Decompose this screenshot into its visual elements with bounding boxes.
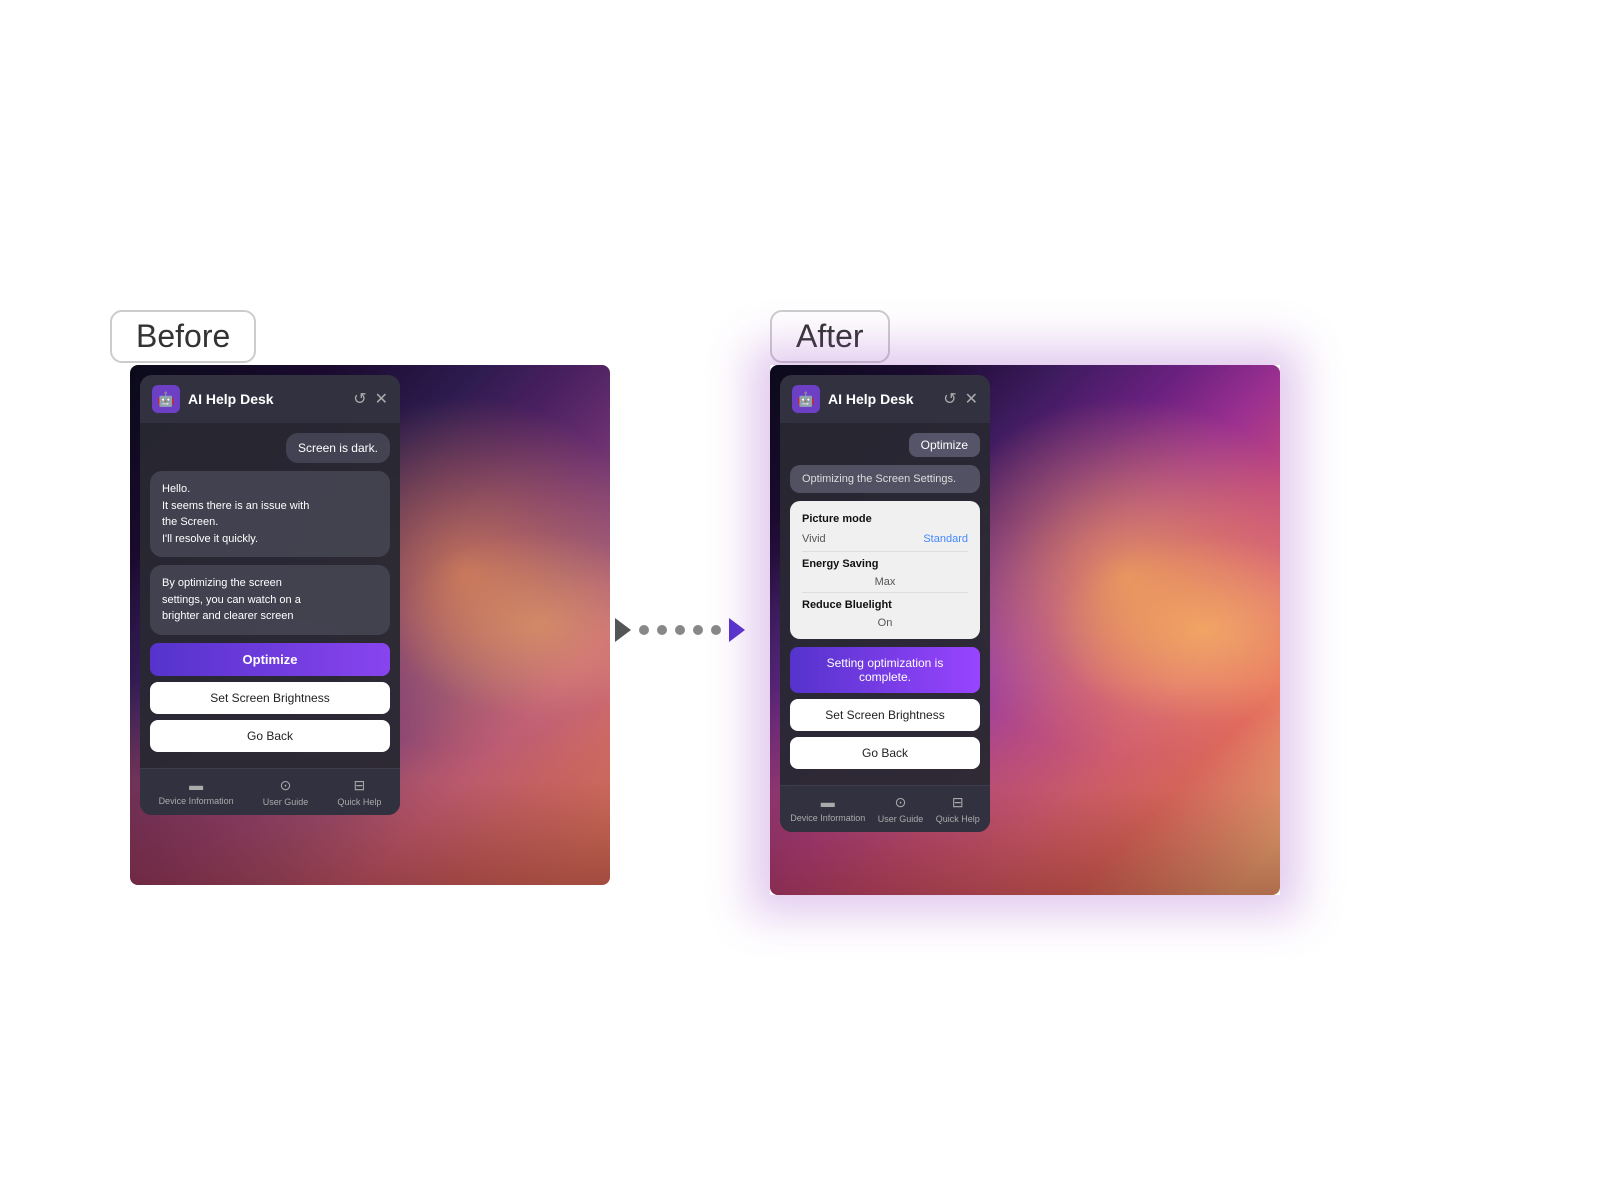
before-user-bubble: Screen is dark. <box>286 433 390 463</box>
after-nav-help[interactable]: ⊟ Quick Help <box>936 794 980 824</box>
before-panel: 🤖 AI Help Desk ↺ ✕ Screen is dark. <box>140 375 400 815</box>
before-tv: 🤖 AI Help Desk ↺ ✕ Screen is dark. <box>130 365 610 885</box>
before-ai-text2: By optimizing the screensettings, you ca… <box>162 577 301 622</box>
before-ai-text1: Hello.It seems there is an issue withthe… <box>162 483 309 545</box>
after-panel-title: AI Help Desk <box>828 391 914 407</box>
before-header-left: 🤖 AI Help Desk <box>152 385 274 413</box>
refresh-icon[interactable]: ↺ <box>353 389 366 409</box>
before-ai-icon: 🤖 <box>152 385 180 413</box>
after-picture-mode-to: Standard <box>923 533 968 545</box>
after-refresh-icon[interactable]: ↺ <box>943 389 956 409</box>
device-info-icon: ▬ <box>189 777 203 793</box>
quick-help-label: Quick Help <box>337 797 381 807</box>
before-header-icons: ↺ ✕ <box>353 389 388 409</box>
after-back-button[interactable]: Go Back <box>790 737 980 769</box>
before-panel-header: 🤖 AI Help Desk ↺ ✕ <box>140 375 400 423</box>
before-nav-device[interactable]: ▬ Device Information <box>159 777 234 807</box>
arrow-connector <box>615 618 745 642</box>
before-panel-body: Screen is dark. Hello.It seems there is … <box>140 423 400 768</box>
after-guide-icon: ⊙ <box>895 794 907 811</box>
after-bluelight-row: Reduce Bluelight <box>802 595 968 615</box>
after-bluelight-label: Reduce Bluelight <box>802 599 892 611</box>
after-header-optimize-button[interactable]: Optimize <box>909 433 980 457</box>
user-guide-label: User Guide <box>263 797 309 807</box>
after-status-bubble: Optimizing the Screen Settings. <box>790 465 980 493</box>
after-help-label: Quick Help <box>936 814 980 824</box>
before-panel-title: AI Help Desk <box>188 391 274 407</box>
after-energy-value: Max <box>802 574 968 590</box>
arrow-left <box>615 618 631 642</box>
after-nav-device[interactable]: ▬ Device Information <box>790 794 865 824</box>
before-brightness-button[interactable]: Set Screen Brightness <box>150 682 390 714</box>
dot1 <box>639 625 649 635</box>
after-device-label: Device Information <box>790 813 865 823</box>
before-ai-bubble1: Hello.It seems there is an issue withthe… <box>150 471 390 557</box>
quick-help-icon: ⊟ <box>354 777 366 794</box>
after-header-icons: ↺ ✕ <box>943 389 978 409</box>
after-close-icon[interactable]: ✕ <box>965 389 978 409</box>
after-ai-icon: 🤖 <box>792 385 820 413</box>
after-picture-mode-label: Picture mode <box>802 513 872 525</box>
before-panel-nav: ▬ Device Information ⊙ User Guide ⊟ Quic… <box>140 768 400 815</box>
after-picture-mode-from: Vivid <box>802 533 826 545</box>
dot2 <box>657 625 667 635</box>
after-success-message: Setting optimization is complete. <box>790 647 980 693</box>
before-optimize-button[interactable]: Optimize <box>150 643 390 676</box>
after-text: After <box>796 318 864 354</box>
close-icon[interactable]: ✕ <box>375 389 388 409</box>
before-nav-guide[interactable]: ⊙ User Guide <box>263 777 309 807</box>
after-screen: 🤖 AI Help Desk ↺ ✕ Optimize <box>770 365 1280 895</box>
after-device-icon: ▬ <box>821 794 835 810</box>
after-label: After <box>770 310 890 363</box>
before-text: Before <box>136 318 230 354</box>
after-header-left: 🤖 AI Help Desk <box>792 385 914 413</box>
after-panel-nav: ▬ Device Information ⊙ User Guide ⊟ Quic… <box>780 785 990 832</box>
after-nav-guide[interactable]: ⊙ User Guide <box>878 794 924 824</box>
after-energy-label: Energy Saving <box>802 558 878 570</box>
before-screen: 🤖 AI Help Desk ↺ ✕ Screen is dark. <box>130 365 610 885</box>
after-panel: 🤖 AI Help Desk ↺ ✕ Optimize <box>780 375 990 832</box>
before-back-button[interactable]: Go Back <box>150 720 390 752</box>
before-ai-bubble2: By optimizing the screensettings, you ca… <box>150 565 390 635</box>
user-guide-icon: ⊙ <box>280 777 292 794</box>
after-picture-mode-values: Vivid Standard <box>802 529 968 549</box>
after-tv: 🤖 AI Help Desk ↺ ✕ Optimize <box>770 365 1280 895</box>
before-label: Before <box>110 310 256 363</box>
after-status-text: Optimizing the Screen Settings. <box>802 473 956 485</box>
after-panel-body: Optimize Optimizing the Screen Settings.… <box>780 423 990 785</box>
after-picture-mode-row: Picture mode <box>802 509 968 529</box>
dot3 <box>675 625 685 635</box>
device-info-label: Device Information <box>159 796 234 806</box>
after-settings-box: Picture mode Vivid Standard Energy Savin… <box>790 501 980 639</box>
arrow-right <box>729 618 745 642</box>
after-bluelight-value: On <box>802 615 968 631</box>
after-guide-label: User Guide <box>878 814 924 824</box>
after-brightness-button[interactable]: Set Screen Brightness <box>790 699 980 731</box>
dot4 <box>693 625 703 635</box>
after-energy-row: Energy Saving <box>802 554 968 574</box>
dot5 <box>711 625 721 635</box>
before-nav-help[interactable]: ⊟ Quick Help <box>337 777 381 807</box>
after-panel-header: 🤖 AI Help Desk ↺ ✕ <box>780 375 990 423</box>
after-help-icon: ⊟ <box>952 794 964 811</box>
page-wrapper: Before After 🤖 AI Help Desk ↺ ✕ <box>0 0 1600 1200</box>
